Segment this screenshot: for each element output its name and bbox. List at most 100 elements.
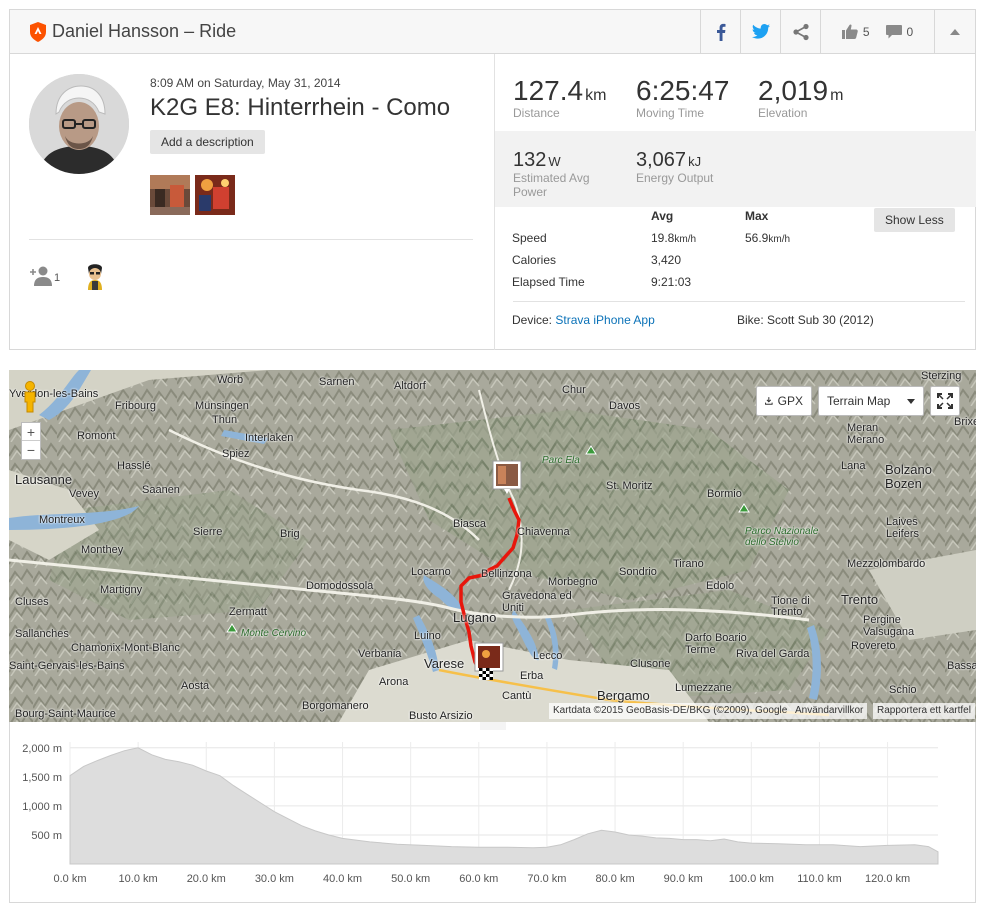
calories-avg: 3,420	[651, 253, 682, 267]
map-label: St. Moritz	[606, 480, 653, 492]
x-tick-label: 120.0 km	[865, 873, 910, 885]
speed-max: 56.9km/h	[745, 231, 790, 245]
bike-info: Bike: Scott Sub 30 (2012)	[737, 313, 874, 327]
map-label: Martigny	[100, 584, 143, 596]
elevation-label: Elevation	[758, 106, 808, 120]
show-less-button[interactable]: Show Less	[874, 208, 955, 232]
card-header: Daniel Hansson – Ride 5 0	[10, 10, 975, 54]
zoom-out-button[interactable]: −	[22, 441, 40, 459]
route-map[interactable]: Worb Sarnen Altdorf Chur Davos Sterzing …	[9, 370, 976, 722]
kudos-button[interactable]: 5	[841, 24, 870, 39]
kudos-athletes-count: 1	[54, 272, 61, 284]
athlete-avatar[interactable]	[29, 74, 129, 174]
stat-power: 132 W Estimated Avg Power	[513, 149, 590, 199]
map-label: Bellinzona	[481, 568, 532, 580]
collapse-button[interactable]	[935, 10, 975, 53]
map-label: Brixen	[954, 416, 976, 428]
details-divider	[513, 301, 965, 302]
bike-value: Scott Sub 30 (2012)	[767, 313, 874, 327]
kudos-count: 5	[862, 24, 870, 39]
map-type-select[interactable]: Terrain Map	[818, 386, 924, 416]
map-label: Domodossola	[306, 580, 374, 592]
y-tick-label: 500 m	[31, 830, 62, 842]
device-label: Device:	[512, 313, 553, 327]
x-tick-label: 0.0 km	[53, 873, 86, 885]
map-label: Schio	[889, 684, 917, 696]
map-type-value: Terrain Map	[827, 394, 891, 408]
map-label: Pergine Valsugana	[863, 614, 915, 638]
map-label: Lecco	[533, 650, 563, 662]
twitter-icon	[751, 24, 770, 39]
map-label: Cluses	[15, 596, 49, 608]
x-tick-label: 60.0 km	[459, 873, 498, 885]
comments-button[interactable]: 0	[885, 24, 914, 39]
activity-photo-1[interactable]	[150, 175, 190, 215]
kudos-athlete-avatar[interactable]	[80, 260, 110, 290]
distance-label: Distance	[513, 106, 560, 120]
map-label: Borgomanero	[302, 700, 369, 712]
zoom-control: + −	[21, 422, 41, 460]
thumbs-up-icon	[841, 24, 858, 39]
map-label: Brig	[280, 528, 300, 540]
map-label: Sterzing	[921, 370, 962, 382]
calories-label: Calories	[512, 253, 557, 267]
map-label: Chamonix-Mont-Blanc	[71, 642, 180, 654]
start-photo-marker[interactable]	[492, 460, 522, 494]
power-label-line2: Power	[513, 185, 548, 199]
map-label: Bourg-Saint-Maurice	[15, 708, 116, 720]
share-icon	[792, 23, 809, 40]
elapsed-time-avg: 9:21:03	[651, 275, 692, 289]
power-unit: W	[548, 154, 561, 169]
street-view-pegman-icon[interactable]	[20, 380, 40, 414]
add-description-button[interactable]: Add a description	[150, 130, 265, 154]
map-label: Cantù	[502, 690, 532, 702]
map-label: Verbania	[358, 648, 402, 660]
stat-elevation: 2,019 m Elevation	[758, 75, 843, 121]
share-button[interactable]	[780, 10, 820, 53]
energy-unit: kJ	[688, 154, 702, 169]
y-tick-label: 1,000 m	[22, 801, 62, 813]
facebook-share-button[interactable]	[700, 10, 740, 53]
device-info: Device: Strava iPhone App	[512, 313, 655, 327]
map-label: Vevey	[69, 488, 99, 500]
activity-date: 8:09 AM on Saturday, May 31, 2014	[150, 76, 341, 90]
comment-count: 0	[906, 24, 914, 39]
zoom-in-button[interactable]: +	[22, 423, 40, 441]
map-label: Busto Arsizio	[409, 710, 473, 722]
elevation-chart[interactable]: 500 m 1,000 m 1,500 m 2,000 m 0.0 km 10.0 km…	[10, 722, 975, 902]
elevation-profile: 500 m 1,000 m 1,500 m 2,000 m 0.0 km 10.0 km…	[9, 722, 976, 903]
speed-avg: 19.8km/h	[651, 231, 696, 245]
stat-energy: 3,067 kJ Energy Output	[636, 149, 713, 185]
gpx-label: GPX	[777, 394, 803, 408]
map-label: Worb	[217, 374, 244, 386]
map-label: Mezzolombardo	[847, 558, 926, 570]
gpx-download-button[interactable]: GPX	[756, 386, 812, 416]
elapsed-time-label: Elapsed Time	[512, 275, 585, 289]
map-label: Sierre	[193, 526, 223, 538]
elevation-value: 2,019	[758, 75, 829, 106]
map-label: Riva del Garda	[736, 648, 810, 660]
x-tick-label: 40.0 km	[323, 873, 362, 885]
device-link[interactable]: Strava iPhone App	[555, 313, 654, 327]
map-label: Merano	[847, 434, 885, 446]
map-label: Interlaken	[245, 432, 294, 444]
map-terms-link[interactable]: Användarvillkor	[791, 703, 868, 719]
kudos-athletes-icon[interactable]	[30, 266, 52, 286]
report-map-error-link[interactable]: Rapportera ett kartfel	[873, 703, 975, 719]
expand-icon	[937, 393, 953, 409]
speed-avg-unit: km/h	[674, 234, 697, 245]
y-tick-label: 1,500 m	[22, 772, 62, 784]
speed-max-value: 56.9	[745, 231, 769, 245]
map-label: Romont	[77, 430, 116, 442]
map-label: Bolzano	[885, 462, 932, 477]
chevron-up-icon	[950, 29, 960, 35]
twitter-share-button[interactable]	[740, 10, 780, 53]
strava-shield-icon	[30, 22, 46, 42]
fullscreen-button[interactable]	[930, 386, 960, 416]
map-label: Münsingen	[195, 400, 249, 412]
x-tick-label: 30.0 km	[255, 873, 294, 885]
comment-icon	[885, 24, 902, 38]
activity-photo-2[interactable]	[195, 175, 235, 215]
x-tick-label: 50.0 km	[391, 873, 430, 885]
chart-resize-handle[interactable]	[480, 722, 506, 730]
